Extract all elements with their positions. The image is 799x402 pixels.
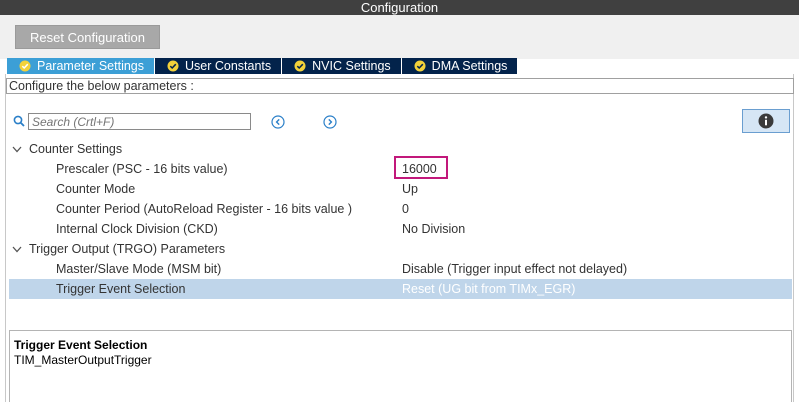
param-value[interactable]: Reset (UG bit from TIMx_EGR) (402, 279, 575, 299)
param-row-clock-division[interactable]: Internal Clock Division (CKD) No Divisio… (9, 219, 792, 239)
param-label: Prescaler (PSC - 16 bits value) (56, 162, 228, 176)
tab-label: Parameter Settings (37, 59, 144, 73)
tab-label: User Constants (185, 59, 272, 73)
chevron-down-icon (12, 146, 22, 153)
chevron-right-circle-icon[interactable] (323, 115, 337, 129)
param-value[interactable]: No Division (402, 219, 465, 239)
check-circle-icon (294, 60, 306, 72)
toolbar: Reset Configuration (0, 15, 799, 59)
group-trigger-output[interactable]: Trigger Output (TRGO) Parameters (9, 239, 792, 259)
configure-label: Configure the below parameters : (6, 78, 794, 94)
info-button[interactable] (742, 109, 790, 133)
info-icon (758, 113, 774, 129)
param-label: Internal Clock Division (CKD) (56, 222, 218, 236)
param-label: Trigger Event Selection (56, 282, 186, 296)
description-panel: Trigger Event Selection TIM_MasterOutput… (9, 330, 792, 402)
param-row-master-slave-mode[interactable]: Master/Slave Mode (MSM bit) Disable (Tri… (9, 259, 792, 279)
param-label: Counter Period (AutoReload Register - 16… (56, 202, 352, 216)
check-circle-icon (414, 60, 426, 72)
param-row-counter-mode[interactable]: Counter Mode Up (9, 179, 792, 199)
tab-user-constants[interactable]: User Constants (155, 58, 282, 74)
chevron-left-circle-icon[interactable] (271, 115, 285, 129)
tab-label: NVIC Settings (312, 59, 391, 73)
param-row-trigger-event-selection[interactable]: Trigger Event Selection Reset (UG bit fr… (9, 279, 792, 299)
param-value[interactable]: 0 (402, 199, 409, 219)
param-value[interactable]: Up (402, 179, 418, 199)
check-circle-icon (167, 60, 179, 72)
search-input[interactable] (28, 113, 251, 130)
search-icon (13, 115, 25, 127)
description-title: Trigger Event Selection (14, 338, 148, 352)
description-text: TIM_MasterOutputTrigger (14, 353, 152, 367)
param-value[interactable]: Disable (Trigger input effect not delaye… (402, 259, 627, 279)
param-label: Master/Slave Mode (MSM bit) (56, 262, 222, 276)
param-label: Counter Mode (56, 182, 136, 196)
tab-parameter-settings[interactable]: Parameter Settings (7, 58, 154, 74)
tab-dma-settings[interactable]: DMA Settings (401, 58, 518, 74)
group-label: Counter Settings (29, 142, 123, 156)
param-row-counter-period[interactable]: Counter Period (AutoReload Register - 16… (9, 199, 792, 219)
tab-nvic-settings[interactable]: NVIC Settings (282, 58, 401, 74)
tab-label: DMA Settings (431, 59, 508, 73)
check-circle-icon (19, 60, 31, 72)
tab-bar: Parameter Settings User Constants NVIC S… (7, 58, 518, 74)
highlight-box (394, 156, 448, 179)
group-label: Trigger Output (TRGO) Parameters (29, 242, 226, 256)
window-title: Configuration (0, 0, 799, 15)
chevron-down-icon (12, 246, 22, 253)
reset-configuration-button[interactable]: Reset Configuration (15, 25, 160, 49)
